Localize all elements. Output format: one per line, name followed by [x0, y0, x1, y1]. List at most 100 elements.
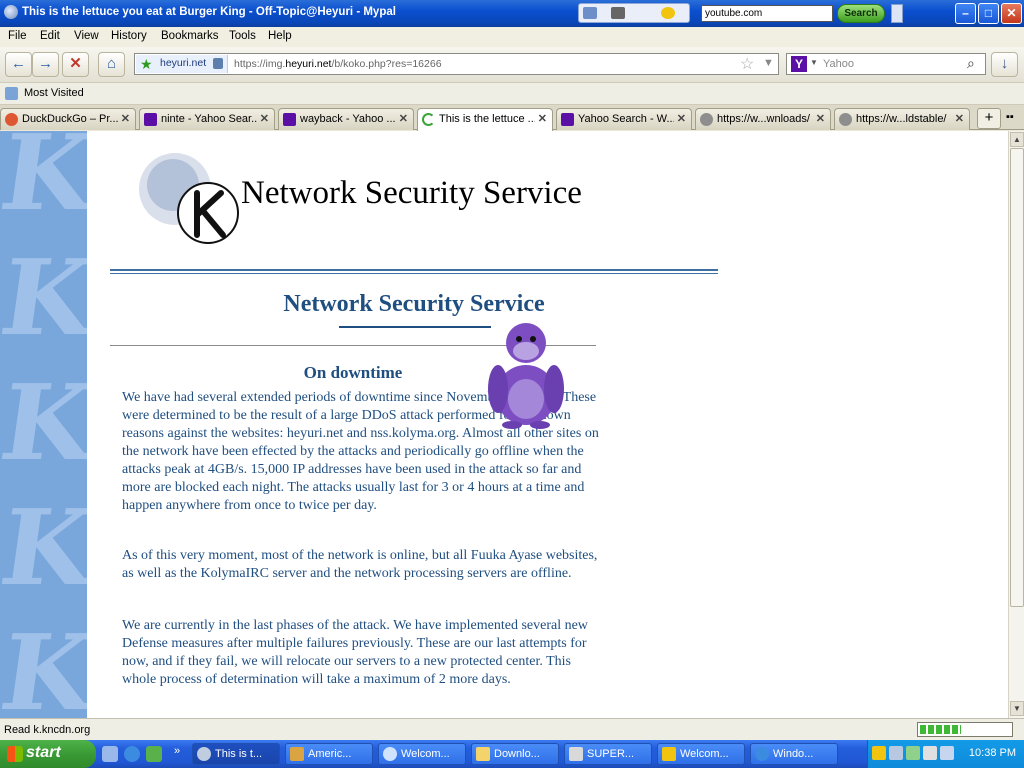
close-button[interactable]: ✕	[1001, 3, 1022, 24]
ie-quicklaunch-icon[interactable]	[124, 746, 140, 762]
bonzibuddy-gorilla-image[interactable]	[484, 317, 568, 429]
network-tray-icon[interactable]	[889, 746, 903, 760]
scrollbar-thumb[interactable]	[1010, 148, 1024, 607]
search-icon[interactable]: ⌕	[967, 55, 975, 72]
tab-yahoo-ninte[interactable]: ninte - Yahoo Sear... ✕	[139, 108, 275, 130]
tab-label: https://w...wnloads/	[717, 113, 810, 125]
tab-close-icon[interactable]: ✕	[121, 112, 130, 125]
task-this-is-t[interactable]: This is t...	[192, 743, 280, 765]
url-prefix: https://img.	[234, 58, 286, 70]
tab-close-icon[interactable]: ✕	[538, 112, 547, 125]
url-text[interactable]: https://img.heyuri.net/b/koko.php?res=16…	[234, 58, 442, 70]
k-watermark: K	[0, 611, 87, 718]
task-welcom-2[interactable]: Welcom...	[657, 743, 745, 765]
tab-close-icon[interactable]: ✕	[399, 112, 408, 125]
loading-icon	[422, 113, 435, 126]
toolbar-search-button[interactable]: Search	[837, 4, 885, 23]
tab-close-icon[interactable]: ✕	[260, 112, 269, 125]
yahoo-icon	[561, 113, 574, 126]
menu-history[interactable]: History	[111, 30, 147, 42]
toolbar-grip-icon[interactable]	[891, 4, 903, 23]
tab-downloads[interactable]: https://w...wnloads/ ✕	[695, 108, 831, 130]
new-tab-button[interactable]: +	[977, 108, 1001, 129]
maximize-button[interactable]: □	[978, 3, 999, 24]
floppy-icon	[569, 747, 583, 761]
kolyma-logo	[139, 153, 239, 244]
addon-icon-1[interactable]	[583, 7, 597, 19]
tab-duckduckgo[interactable]: DuckDuckGo – Pr... ✕	[0, 108, 136, 130]
aim-icon[interactable]	[661, 7, 675, 19]
page-content: K K K K K Network Security Service Netwo…	[0, 131, 1008, 718]
tray-icon-4[interactable]	[923, 746, 937, 760]
stop-button[interactable]: ✕	[62, 52, 89, 77]
addon-icon-2[interactable]	[611, 7, 625, 19]
tab-close-icon[interactable]: ✕	[955, 112, 964, 125]
downloads-button[interactable]: ↓	[991, 52, 1018, 77]
tab-strip: DuckDuckGo – Pr... ✕ ninte - Yahoo Sear.…	[0, 105, 1024, 131]
scroll-up-icon[interactable]: ▲	[1010, 132, 1024, 147]
task-windo[interactable]: Windo...	[750, 743, 838, 765]
section-underline	[339, 326, 491, 328]
menu-view[interactable]: View	[74, 30, 99, 42]
tab-stable[interactable]: https://w...ldstable/ ✕	[834, 108, 970, 130]
task-label: Windo...	[773, 748, 814, 760]
menu-edit[interactable]: Edit	[40, 30, 60, 42]
window-title: This is the lettuce you eat at Burger Ki…	[22, 6, 396, 18]
mypal-icon	[197, 747, 211, 761]
quicklaunch-icon-3[interactable]	[146, 746, 162, 762]
header-rule	[110, 269, 718, 271]
quicklaunch-more-icon[interactable]: »	[174, 745, 180, 757]
folder-icon	[476, 747, 490, 761]
forward-button[interactable]: →	[32, 52, 59, 77]
tab-label: This is the lettuce ...	[439, 113, 535, 125]
aim-tray-icon[interactable]	[872, 746, 886, 760]
menu-help[interactable]: Help	[268, 30, 292, 42]
task-label: Americ...	[308, 748, 352, 760]
clock[interactable]: 10:38 PM	[969, 747, 1016, 759]
paragraph-3: We are currently in the last phases of t…	[122, 618, 588, 687]
status-text: Read k.kncdn.org	[4, 724, 91, 736]
tab-close-icon[interactable]: ✕	[816, 112, 825, 125]
engine-dropdown-icon[interactable]: ▼	[810, 58, 818, 67]
tray-icon-3[interactable]	[906, 746, 920, 760]
task-label: Downlo...	[494, 748, 540, 760]
k-watermark: K	[0, 236, 87, 359]
toolbar-addon-group	[578, 3, 690, 23]
menu-tools[interactable]: Tools	[229, 30, 256, 42]
globe-icon	[700, 113, 713, 126]
address-bar[interactable]: ★ heyuri.net https://img.heyuri.net/b/ko…	[134, 53, 779, 75]
tab-label: Yahoo Search - W...	[578, 113, 674, 125]
windows-flag-icon	[7, 746, 23, 762]
bookmark-star-icon[interactable]: ☆	[740, 54, 754, 74]
title-bar[interactable]: This is the lettuce you eat at Burger Ki…	[0, 0, 1024, 27]
bookmark-most-visited[interactable]: Most Visited	[24, 87, 84, 99]
menu-file[interactable]: File	[8, 30, 27, 42]
vertical-scrollbar[interactable]: ▲ ▼	[1008, 131, 1024, 718]
mypal-app-icon[interactable]	[4, 5, 18, 19]
volume-tray-icon[interactable]	[940, 746, 954, 760]
site-identity-button[interactable]: ★ heyuri.net	[136, 55, 228, 73]
tab-yahoo-wayback[interactable]: wayback - Yahoo ... ✕	[278, 108, 414, 130]
tab-list-icon[interactable]: ▪▪	[1006, 111, 1014, 123]
yahoo-icon[interactable]: Y	[791, 56, 807, 72]
minimize-button[interactable]: –	[955, 3, 976, 24]
quicklaunch-icon-1[interactable]	[102, 746, 118, 762]
menu-bookmarks[interactable]: Bookmarks	[161, 30, 219, 42]
back-button[interactable]: ←	[5, 52, 32, 77]
url-dropdown-icon[interactable]: ▼	[763, 57, 774, 69]
task-super[interactable]: SUPER...	[564, 743, 652, 765]
search-bar[interactable]: Y ▼ Yahoo ⌕	[786, 53, 986, 75]
tab-close-icon[interactable]: ✕	[677, 112, 686, 125]
task-welcom-1[interactable]: Welcom...	[378, 743, 466, 765]
star-icon: ★	[140, 56, 153, 72]
task-downlo[interactable]: Downlo...	[471, 743, 559, 765]
task-americ[interactable]: Americ...	[285, 743, 373, 765]
section-title: Network Security Service	[283, 291, 545, 317]
tab-active-lettuce[interactable]: This is the lettuce ... ✕	[417, 108, 553, 131]
chat-icon	[383, 747, 397, 761]
scroll-down-icon[interactable]: ▼	[1010, 701, 1024, 716]
start-button[interactable]: start	[0, 740, 96, 768]
home-button[interactable]: ⌂	[98, 52, 125, 77]
toolbar-search-field[interactable]: youtube.com	[701, 5, 833, 22]
tab-yahoo-search[interactable]: Yahoo Search - W... ✕	[556, 108, 692, 130]
